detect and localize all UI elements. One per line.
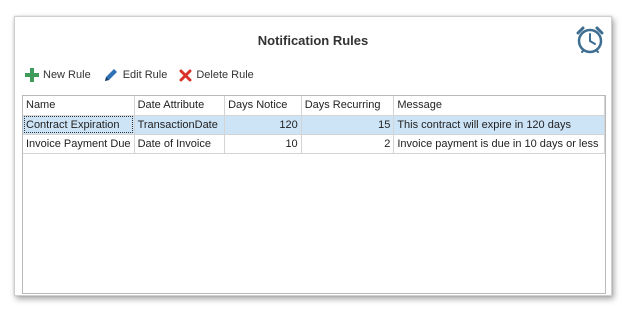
toolbar: New Rule Edit Rule Delete Rule (25, 65, 266, 85)
column-header-date-attribute[interactable]: Date Attribute (133, 96, 226, 116)
cell-date-attribute[interactable]: TransactionDate (133, 114, 226, 135)
table-row[interactable]: Invoice Payment Due Date of Invoice 10 2… (23, 133, 605, 154)
cell-days-recurring[interactable]: 2 (300, 133, 395, 154)
edit-rule-button[interactable]: Edit Rule (103, 67, 168, 83)
edit-rule-label: Edit Rule (122, 69, 168, 81)
cell-days-notice[interactable]: 10 (224, 133, 302, 154)
window-title: Notification Rules (257, 33, 369, 48)
notification-rules-window: Notification Rules New Rule Edit Rule De… (14, 16, 612, 296)
alarm-clock-icon (576, 26, 604, 54)
pencil-icon (104, 69, 117, 81)
table-row[interactable]: Contract Expiration TransactionDate 120 … (23, 114, 605, 135)
new-rule-label: New Rule (43, 69, 91, 81)
rules-grid: Name Date Attribute Days Notice Days Rec… (22, 95, 606, 294)
column-header-name[interactable]: Name (23, 96, 135, 116)
cell-days-recurring[interactable]: 15 (300, 114, 395, 135)
new-rule-button[interactable]: New Rule (25, 68, 91, 82)
cell-date-attribute[interactable]: Date of Invoice (133, 133, 226, 154)
table-header-row: Name Date Attribute Days Notice Days Rec… (23, 96, 605, 116)
cell-message[interactable]: This contract will expire in 120 days (393, 114, 605, 135)
plus-icon (25, 68, 39, 82)
cell-days-notice[interactable]: 120 (224, 114, 302, 135)
delete-rule-button[interactable]: Delete Rule (179, 69, 254, 82)
delete-x-icon (179, 69, 192, 81)
cell-name[interactable]: Contract Expiration (23, 114, 135, 135)
column-header-days-notice[interactable]: Days Notice (224, 96, 302, 116)
column-header-message[interactable]: Message (393, 96, 605, 116)
cell-message[interactable]: Invoice payment is due in 10 days or les… (393, 133, 605, 154)
delete-rule-label: Delete Rule (196, 69, 254, 81)
cell-name[interactable]: Invoice Payment Due (23, 133, 135, 154)
column-header-days-recurring[interactable]: Days Recurring (300, 96, 395, 116)
